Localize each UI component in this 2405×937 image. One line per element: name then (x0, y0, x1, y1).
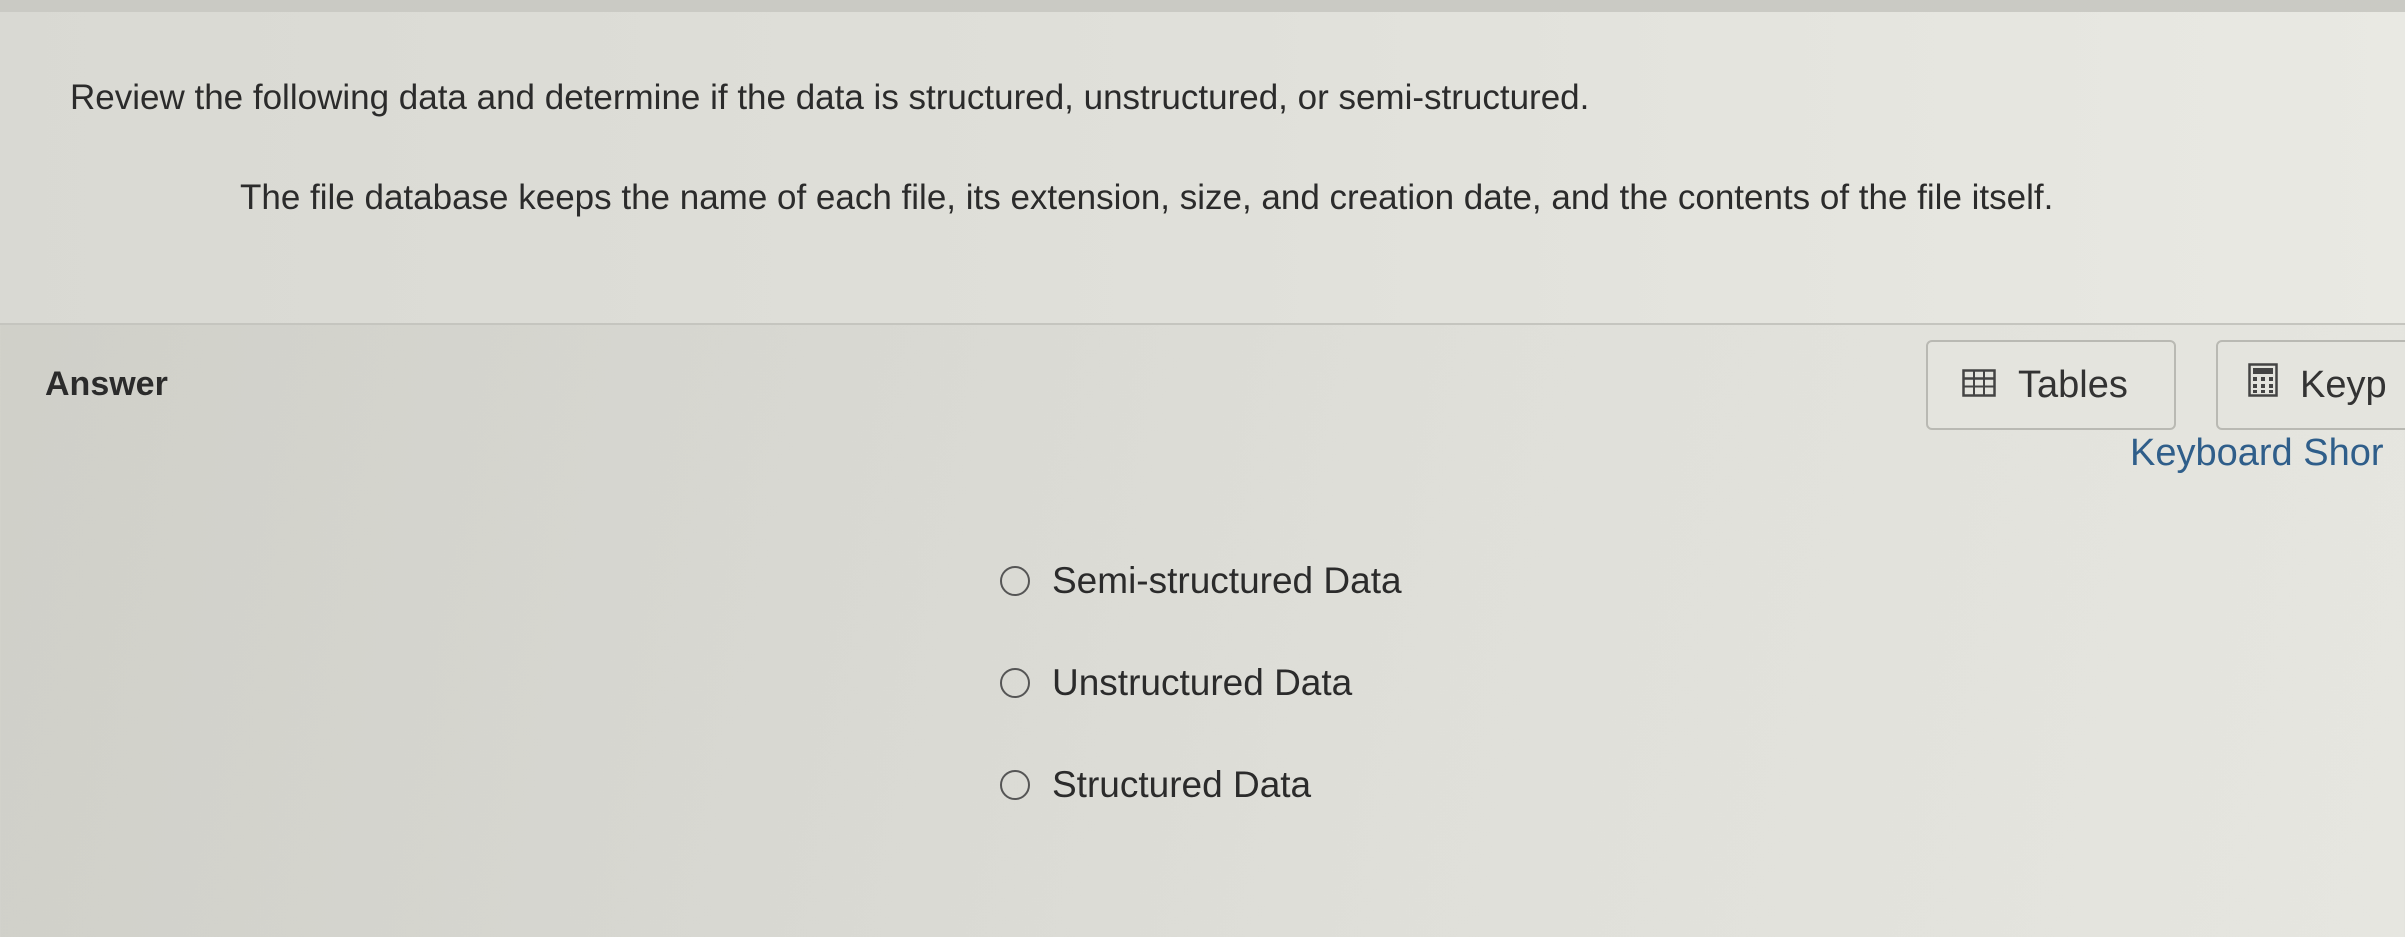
tables-label: Tables (2018, 363, 2128, 406)
option-label: Unstructured Data (1052, 662, 1353, 703)
option-label: Semi-structured Data (1052, 560, 1402, 601)
calculator-icon (2248, 363, 2278, 407)
top-edge (0, 0, 2405, 12)
radio-button[interactable] (1000, 566, 1030, 596)
option-structured[interactable]: Structured Data (1000, 764, 1402, 806)
question-panel: Review the following data and determine … (0, 0, 2405, 325)
keypad-button[interactable]: Keyp (2216, 340, 2405, 430)
keypad-label: Keyp (2300, 363, 2387, 406)
answer-options: Semi-structured Data Unstructured Data S… (1000, 560, 1402, 866)
option-label: Structured Data (1052, 764, 1312, 805)
tables-button[interactable]: Tables (1926, 340, 2176, 430)
question-prompt: Review the following data and determine … (70, 78, 1590, 117)
keyboard-shortcuts-link[interactable]: Keyboard Shor (2130, 432, 2384, 475)
option-semi-structured[interactable]: Semi-structured Data (1000, 560, 1402, 602)
answer-heading: Answer (45, 365, 168, 403)
question-scenario: The file database keeps the name of each… (240, 178, 2054, 217)
option-unstructured[interactable]: Unstructured Data (1000, 662, 1402, 704)
radio-button[interactable] (1000, 770, 1030, 800)
radio-button[interactable] (1000, 668, 1030, 698)
table-icon (1962, 364, 1996, 407)
